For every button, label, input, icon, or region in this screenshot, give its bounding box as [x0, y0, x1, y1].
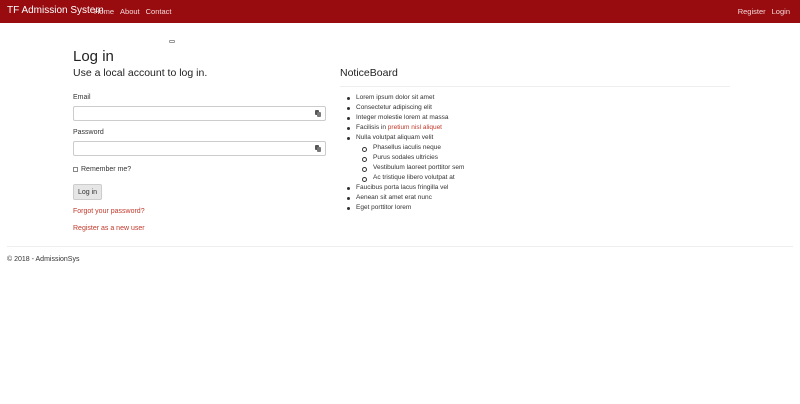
sub-list-item: Ac tristique libero volutpat at: [344, 173, 544, 183]
remember-me: Remember me?: [73, 166, 131, 173]
divider: [340, 86, 730, 87]
sub-list-item: Vestibulum laoreet porttitor sem: [344, 163, 544, 173]
email-field[interactable]: [73, 106, 326, 121]
small-box-icon: [169, 40, 175, 43]
nav-contact-link[interactable]: Contact: [146, 7, 172, 16]
autofill-key-icon[interactable]: [315, 110, 321, 117]
list-item: Nulla volutpat aliquam velit: [344, 133, 544, 143]
list-item: Integer molestie lorem at massa: [344, 113, 544, 123]
nav-register-link[interactable]: Register: [738, 7, 766, 16]
password-field[interactable]: [73, 141, 326, 156]
footer-text: © 2018 - AdmissionSys: [7, 256, 80, 263]
nav-home-link[interactable]: Home: [94, 7, 114, 16]
nav-login-link[interactable]: Login: [772, 7, 790, 16]
autofill-key-icon[interactable]: [315, 145, 321, 152]
brand-title[interactable]: TF Admission System: [7, 5, 104, 16]
noticeboard-title: NoticeBoard: [340, 67, 398, 79]
register-link[interactable]: Register as a new user: [73, 225, 145, 232]
notice-list: Lorem ipsum dolor sit amet Consectetur a…: [344, 93, 544, 213]
list-item: Consectetur adipiscing elit: [344, 103, 544, 113]
password-label: Password: [73, 129, 104, 136]
list-item: Facilisis in pretium nisl aliquet: [344, 123, 544, 133]
remember-checkbox[interactable]: [73, 167, 78, 172]
page-title: Log in: [73, 48, 114, 65]
email-label: Email: [73, 94, 91, 101]
list-item: Faucibus porta lacus fringilla vel: [344, 183, 544, 193]
login-button[interactable]: Log in: [73, 184, 102, 200]
nav-right: Register Login: [738, 7, 790, 16]
sub-list-item: Phasellus iaculis neque: [344, 143, 544, 153]
list-item-text: Facilisis in: [356, 124, 388, 131]
top-navbar: TF Admission System Home About Contact R…: [0, 0, 800, 23]
nav-left: Home About Contact: [94, 7, 171, 16]
nav-about-link[interactable]: About: [120, 7, 140, 16]
footer-divider: [7, 246, 793, 247]
list-item: Eget porttitor lorem: [344, 203, 544, 213]
forgot-password-link[interactable]: Forgot your password?: [73, 208, 145, 215]
sub-list-item: Purus sodales ultricies: [344, 153, 544, 163]
login-subtitle: Use a local account to log in.: [73, 67, 208, 79]
list-item-link[interactable]: pretium nisl aliquet: [388, 124, 442, 131]
remember-label: Remember me?: [81, 166, 132, 173]
list-item: Lorem ipsum dolor sit amet: [344, 93, 544, 103]
list-item: Aenean sit amet erat nunc: [344, 193, 544, 203]
